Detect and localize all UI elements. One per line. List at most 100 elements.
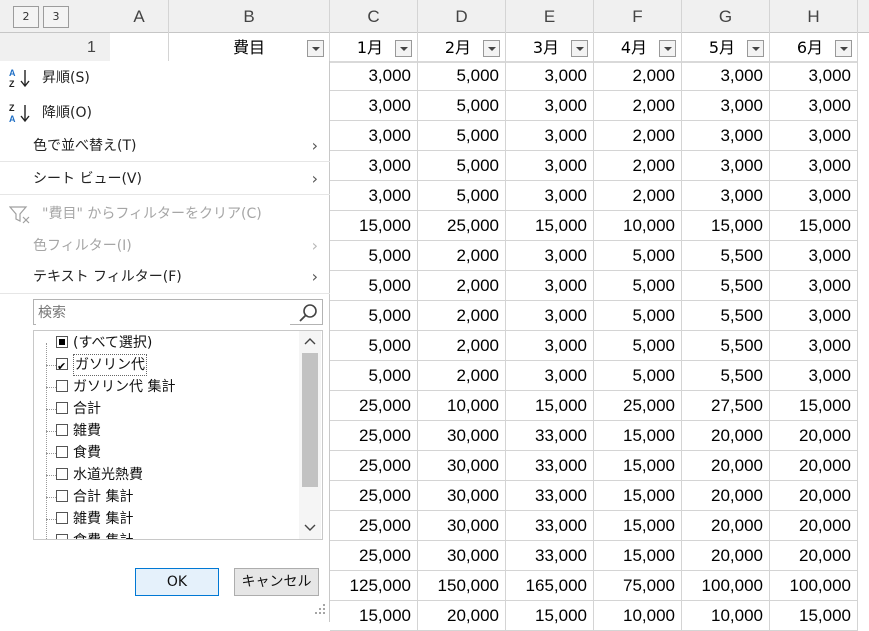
filter-dropdown-button-g[interactable] — [747, 40, 764, 57]
data-cell[interactable]: 75,000 — [594, 571, 682, 601]
data-cell[interactable]: 3,000 — [506, 181, 594, 211]
data-cell[interactable]: 3,000 — [506, 91, 594, 121]
data-cell[interactable]: 15,000 — [770, 211, 858, 241]
clear-filter-item[interactable]: "費目" からフィルターをクリア(C) — [0, 199, 330, 229]
filter-dropdown-button-h[interactable] — [835, 40, 852, 57]
data-cell[interactable]: 3,000 — [330, 91, 418, 121]
data-cell[interactable]: 25,000 — [418, 211, 506, 241]
data-cell[interactable]: 2,000 — [594, 91, 682, 121]
data-cell[interactable]: 15,000 — [594, 511, 682, 541]
data-cell[interactable]: 15,000 — [770, 391, 858, 421]
scroll-up-icon[interactable] — [304, 336, 316, 346]
data-cell[interactable]: 3,000 — [330, 121, 418, 151]
data-cell[interactable]: 3,000 — [330, 61, 418, 91]
data-cell[interactable]: 15,000 — [506, 391, 594, 421]
data-cell[interactable]: 25,000 — [330, 481, 418, 511]
data-cell[interactable]: 3,000 — [770, 241, 858, 271]
sort-by-color-item[interactable]: 色で並べ替え(T) › — [0, 131, 330, 161]
filter-checkbox[interactable] — [56, 356, 68, 378]
data-cell[interactable]: 5,000 — [418, 121, 506, 151]
outline-level-2-button[interactable]: 2 — [13, 6, 39, 28]
cell-d1[interactable]: 2月 — [418, 33, 506, 63]
cell-f1[interactable]: 4月 — [594, 33, 682, 63]
data-cell[interactable]: 30,000 — [418, 541, 506, 571]
column-header-f[interactable]: F — [594, 0, 682, 33]
data-cell[interactable]: 100,000 — [682, 571, 770, 601]
data-cell[interactable]: 5,500 — [682, 271, 770, 301]
filter-list-item[interactable]: 雑費 — [34, 420, 294, 442]
data-cell[interactable]: 2,000 — [418, 301, 506, 331]
cell-h1[interactable]: 6月 — [770, 33, 858, 63]
data-cell[interactable]: 15,000 — [330, 601, 418, 631]
filter-list-item[interactable]: (すべて選択) — [34, 332, 294, 354]
data-cell[interactable]: 25,000 — [330, 511, 418, 541]
column-header-c[interactable]: C — [330, 0, 418, 33]
data-cell[interactable]: 3,000 — [770, 331, 858, 361]
data-cell[interactable]: 5,000 — [594, 241, 682, 271]
data-cell[interactable]: 5,000 — [594, 361, 682, 391]
data-cell[interactable]: 10,000 — [418, 391, 506, 421]
data-cell[interactable]: 3,000 — [506, 301, 594, 331]
data-cell[interactable]: 5,000 — [330, 361, 418, 391]
data-cell[interactable]: 33,000 — [506, 481, 594, 511]
list-scrollbar-thumb[interactable] — [302, 353, 318, 487]
data-cell[interactable]: 33,000 — [506, 451, 594, 481]
data-cell[interactable]: 2,000 — [594, 181, 682, 211]
data-cell[interactable]: 3,000 — [770, 91, 858, 121]
filter-list-item[interactable]: 合計 — [34, 398, 294, 420]
data-cell[interactable]: 15,000 — [594, 421, 682, 451]
data-cell[interactable]: 20,000 — [770, 421, 858, 451]
data-cell[interactable]: 25,000 — [594, 391, 682, 421]
scroll-down-icon[interactable] — [304, 523, 316, 533]
data-cell[interactable]: 15,000 — [330, 211, 418, 241]
data-cell[interactable]: 5,000 — [418, 61, 506, 91]
filter-list-item[interactable]: 食費 — [34, 442, 294, 464]
data-cell[interactable]: 5,000 — [330, 241, 418, 271]
filter-dropdown-button-b[interactable] — [307, 40, 324, 57]
cell-g1[interactable]: 5月 — [682, 33, 770, 63]
data-cell[interactable]: 15,000 — [682, 211, 770, 241]
data-cell[interactable]: 3,000 — [770, 61, 858, 91]
data-cell[interactable]: 3,000 — [506, 61, 594, 91]
data-cell[interactable]: 15,000 — [594, 451, 682, 481]
filter-dropdown-button-d[interactable] — [483, 40, 500, 57]
data-cell[interactable]: 5,000 — [330, 301, 418, 331]
data-cell[interactable]: 33,000 — [506, 541, 594, 571]
sort-descending-item[interactable]: Z A 降順(O) — [0, 98, 330, 128]
data-cell[interactable]: 5,000 — [418, 181, 506, 211]
row-header-1[interactable]: 1 — [75, 33, 110, 63]
data-cell[interactable]: 2,000 — [418, 361, 506, 391]
data-cell[interactable]: 2,000 — [594, 151, 682, 181]
data-cell[interactable]: 20,000 — [682, 511, 770, 541]
data-cell[interactable]: 5,000 — [330, 271, 418, 301]
filter-checkbox[interactable] — [56, 402, 68, 414]
data-cell[interactable]: 20,000 — [770, 541, 858, 571]
data-cell[interactable]: 10,000 — [682, 601, 770, 631]
data-cell[interactable]: 25,000 — [330, 391, 418, 421]
color-filter-item[interactable]: 色フィルター(I) › — [0, 231, 330, 261]
data-cell[interactable]: 30,000 — [418, 421, 506, 451]
data-cell[interactable]: 25,000 — [330, 541, 418, 571]
data-cell[interactable]: 165,000 — [506, 571, 594, 601]
filter-checkbox[interactable] — [56, 512, 68, 524]
data-cell[interactable]: 3,000 — [770, 121, 858, 151]
data-cell[interactable]: 3,000 — [770, 151, 858, 181]
data-cell[interactable]: 27,500 — [682, 391, 770, 421]
filter-checkbox[interactable] — [56, 336, 68, 348]
data-cell[interactable]: 30,000 — [418, 511, 506, 541]
filter-list-item[interactable]: 合計 集計 — [34, 486, 294, 508]
data-cell[interactable]: 10,000 — [594, 211, 682, 241]
data-cell[interactable]: 20,000 — [682, 451, 770, 481]
outline-level-3-button[interactable]: 3 — [43, 6, 69, 28]
data-cell[interactable]: 20,000 — [682, 421, 770, 451]
column-header-h[interactable]: H — [770, 0, 858, 33]
data-cell[interactable]: 3,000 — [330, 181, 418, 211]
data-cell[interactable]: 100,000 — [770, 571, 858, 601]
data-cell[interactable]: 5,500 — [682, 241, 770, 271]
data-cell[interactable]: 3,000 — [682, 151, 770, 181]
sort-ascending-item[interactable]: A Z 昇順(S) — [0, 63, 330, 93]
column-header-g[interactable]: G — [682, 0, 770, 33]
column-header-b[interactable]: B — [169, 0, 330, 33]
filter-list-item[interactable]: 雑費 集計 — [34, 508, 294, 530]
data-cell[interactable]: 33,000 — [506, 511, 594, 541]
